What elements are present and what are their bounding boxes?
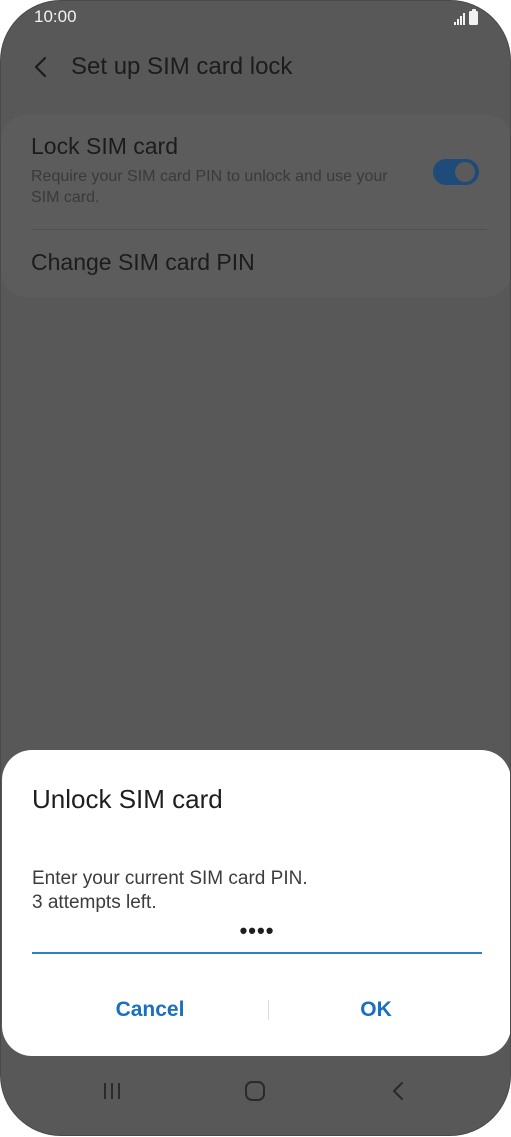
- status-bar: 10:00: [1, 1, 510, 33]
- back-icon: [393, 1082, 403, 1100]
- toggle-knob: [453, 160, 477, 184]
- navigation-bar: [1, 1057, 510, 1135]
- change-sim-pin-row[interactable]: Change SIM card PIN: [31, 249, 482, 276]
- ok-button[interactable]: OK: [270, 990, 482, 1030]
- home-icon: [245, 1081, 265, 1101]
- unlock-sim-dialog: Unlock SIM card Enter your current SIM c…: [2, 750, 510, 1056]
- change-sim-pin-title: Change SIM card PIN: [31, 249, 255, 275]
- lock-sim-card-row[interactable]: Lock SIM card Require your SIM card PIN …: [31, 133, 482, 208]
- recent-apps-button[interactable]: [82, 1071, 142, 1111]
- back-nav-button[interactable]: [368, 1071, 428, 1111]
- phone-screen: 10:00 Set up SIM card lock Lock SIM card…: [1, 1, 510, 1135]
- dialog-message-attempts: 3 attempts left.: [32, 892, 157, 913]
- battery-icon: [469, 9, 478, 25]
- app-bar: Set up SIM card lock: [1, 41, 510, 93]
- settings-card: Lock SIM card Require your SIM card PIN …: [1, 115, 510, 297]
- status-time: 10:00: [34, 7, 77, 26]
- dialog-message-line1: Enter your current SIM card PIN.: [32, 868, 308, 889]
- back-arrow-icon: [34, 56, 47, 78]
- home-button[interactable]: [225, 1071, 285, 1111]
- back-button[interactable]: [25, 51, 57, 83]
- status-icons: [454, 9, 478, 25]
- page-title: Set up SIM card lock: [71, 53, 293, 80]
- dialog-message: Enter your current SIM card PIN. 3 attem…: [32, 867, 308, 915]
- dialog-title: Unlock SIM card: [32, 784, 223, 814]
- pin-input-value: ••••: [239, 918, 275, 943]
- button-separator: [268, 1000, 269, 1020]
- divider: [31, 229, 487, 230]
- cancel-button[interactable]: Cancel: [32, 990, 268, 1030]
- recent-apps-icon: [104, 1083, 120, 1099]
- signal-icon: [454, 13, 465, 25]
- lock-sim-card-subtitle: Require your SIM card PIN to unlock and …: [31, 168, 388, 206]
- lock-sim-card-title: Lock SIM card: [31, 133, 178, 159]
- lock-sim-card-toggle[interactable]: [433, 159, 479, 185]
